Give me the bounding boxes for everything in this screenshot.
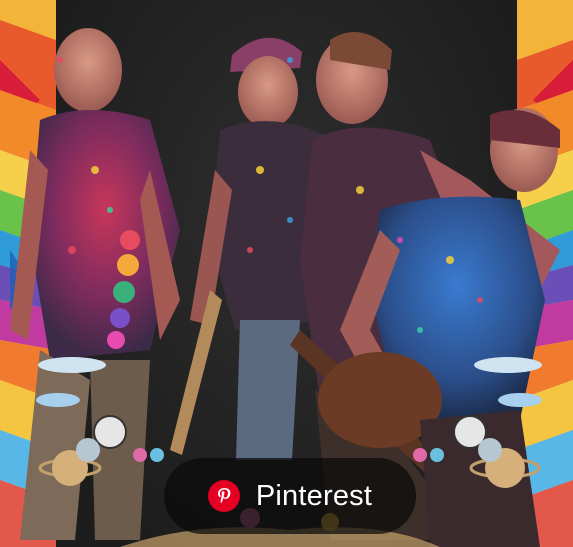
pin-image[interactable]: Pinterest — [0, 0, 573, 547]
pinterest-p-glyph — [217, 488, 231, 504]
pinterest-icon — [207, 480, 240, 512]
pinterest-save-button[interactable]: Pinterest — [164, 458, 416, 534]
pinterest-label: Pinterest — [255, 479, 373, 512]
